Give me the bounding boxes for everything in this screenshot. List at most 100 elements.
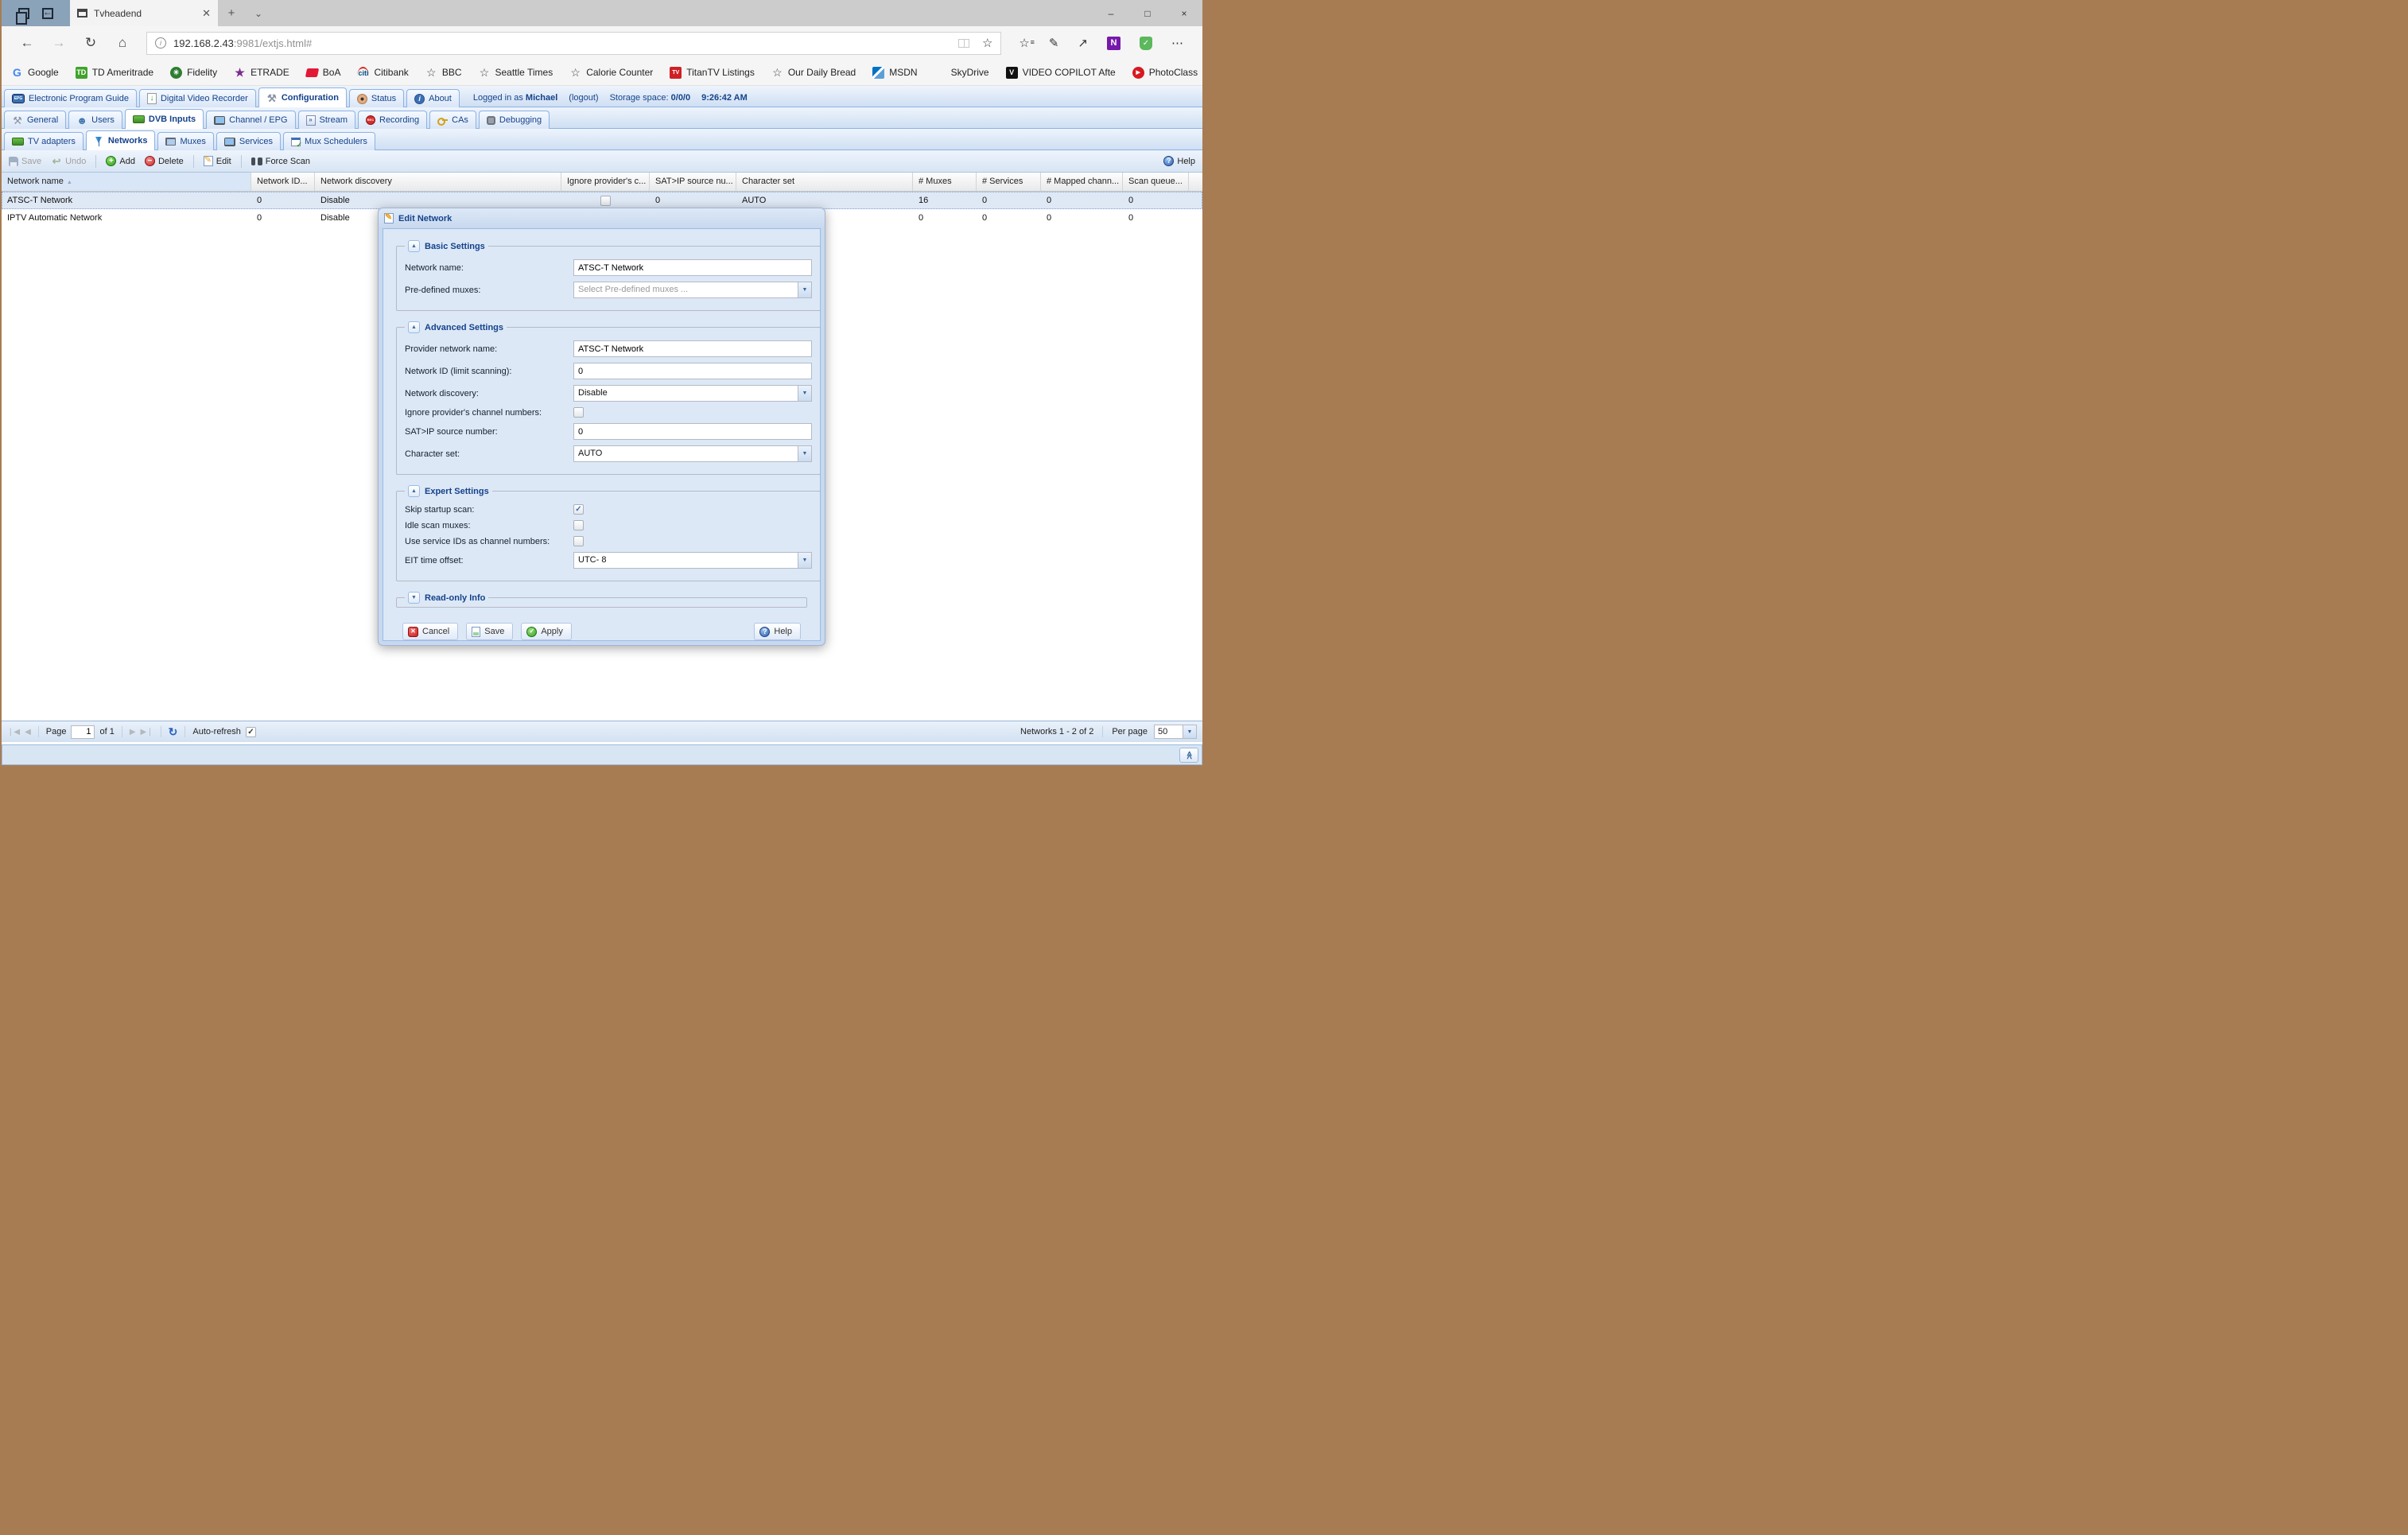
bookmark-our-daily-bread[interactable]: ☆Our Daily Bread xyxy=(771,67,856,79)
restore-tabs-icon[interactable] xyxy=(42,8,53,19)
tab-users[interactable]: ☻Users xyxy=(68,111,122,129)
auto-refresh-checkbox[interactable] xyxy=(246,727,256,737)
web-note-pen-icon[interactable]: ✎ xyxy=(1049,37,1059,49)
collapse-icon[interactable]: ▲ xyxy=(408,321,420,333)
tab-mux-schedulers[interactable]: Mux Schedulers xyxy=(283,132,375,150)
reading-view-icon[interactable] xyxy=(958,39,969,48)
logout-link[interactable]: (logout) xyxy=(569,93,598,103)
undo-button[interactable]: ↩Undo xyxy=(48,154,89,169)
table-row-atsc[interactable]: ATSC-T Network 0 Disable 0 AUTO 16 0 0 0 xyxy=(2,192,1202,209)
column-character-set[interactable]: Character set xyxy=(736,173,913,191)
tab-muxes[interactable]: Muxes xyxy=(157,132,213,150)
adblock-shield-icon[interactable]: ✓ xyxy=(1140,37,1152,50)
forward-icon[interactable]: → xyxy=(43,35,75,51)
column-network-id[interactable]: Network ID... xyxy=(251,173,315,191)
tab-digital-video-recorder[interactable]: ↓Digital Video Recorder xyxy=(139,89,256,107)
home-icon[interactable]: ⌂ xyxy=(107,35,138,51)
delete-button[interactable]: −Delete xyxy=(142,154,187,168)
column-satip-source[interactable]: SAT>IP source nu... xyxy=(650,173,736,191)
bookmark-td-ameritrade[interactable]: TDTD Ameritrade xyxy=(76,67,153,79)
tab-status[interactable]: Status xyxy=(349,89,404,107)
tab-stream[interactable]: »Stream xyxy=(298,111,355,129)
network-id-field[interactable] xyxy=(573,363,812,379)
idle-scan-checkbox[interactable] xyxy=(573,520,584,530)
last-page-icon[interactable]: ▶❘ xyxy=(141,728,153,736)
force-scan-button[interactable]: Force Scan xyxy=(248,155,313,168)
favorite-star-icon[interactable]: ☆ xyxy=(982,37,992,49)
per-page-select[interactable]: 50▼ xyxy=(1154,725,1197,739)
expand-panel-button[interactable]: ≪ xyxy=(1179,748,1198,763)
bookmark-seattle-times[interactable]: ☆Seattle Times xyxy=(479,67,553,79)
bookmark-photoclass[interactable]: ▶PhotoClass xyxy=(1132,67,1198,79)
bookmark-calorie-counter[interactable]: ☆Calorie Counter xyxy=(569,67,653,79)
bookmark-titantv[interactable]: TVTitanTV Listings xyxy=(670,67,755,79)
tab-dvb-inputs[interactable]: DVB Inputs xyxy=(125,109,204,129)
provider-name-field[interactable] xyxy=(573,340,812,357)
refresh-grid-icon[interactable]: ↻ xyxy=(169,725,178,739)
chevron-down-icon[interactable]: ▼ xyxy=(798,282,812,298)
first-page-icon[interactable]: ❘◀ xyxy=(7,728,20,736)
close-button[interactable]: × xyxy=(1166,0,1202,26)
bookmark-bbc[interactable]: ☆BBC xyxy=(425,67,462,79)
cancel-button[interactable]: ✕Cancel xyxy=(402,623,458,640)
bookmark-skydrive[interactable]: SkyDrive xyxy=(934,67,989,79)
collapse-icon[interactable]: ▲ xyxy=(408,485,420,497)
tab-channel-epg[interactable]: Channel / EPG xyxy=(206,111,295,129)
onenote-icon[interactable]: N xyxy=(1107,37,1120,50)
chevron-down-icon[interactable]: ▼ xyxy=(798,552,812,569)
bookmark-etrade[interactable]: ★ETRADE xyxy=(234,67,289,79)
bookmark-boa[interactable]: BoA xyxy=(306,67,341,78)
tab-electronic-program-guide[interactable]: EPGElectronic Program Guide xyxy=(4,89,137,107)
bookmark-citibank[interactable]: citiCitibank xyxy=(357,67,408,79)
tab-debugging[interactable]: Debugging xyxy=(479,111,550,129)
ignore-channel-numbers-checkbox[interactable] xyxy=(573,407,584,418)
save-button[interactable]: Save xyxy=(6,155,45,168)
dialog-save-button[interactable]: Save xyxy=(466,623,513,640)
share-icon[interactable]: ↗ xyxy=(1078,37,1088,49)
more-menu-icon[interactable]: ⋯ xyxy=(1171,37,1183,49)
maximize-button[interactable]: □ xyxy=(1129,0,1166,26)
back-icon[interactable]: ← xyxy=(11,35,43,51)
bookmark-google[interactable]: GGoogle xyxy=(11,67,59,79)
refresh-icon[interactable]: ↻ xyxy=(75,35,107,51)
column-muxes[interactable]: # Muxes xyxy=(913,173,977,191)
tab-cas[interactable]: CAs xyxy=(429,111,476,129)
column-network-discovery[interactable]: Network discovery xyxy=(315,173,561,191)
network-discovery-select[interactable]: Disable▼ xyxy=(573,385,812,402)
bookmark-msdn[interactable]: MSDN xyxy=(872,67,917,79)
site-info-icon[interactable]: i xyxy=(155,37,166,49)
next-page-icon[interactable]: ▶ xyxy=(130,728,136,736)
bookmark-fidelity[interactable]: ✳Fidelity xyxy=(170,67,217,79)
dialog-help-button[interactable]: ?Help xyxy=(754,623,801,640)
character-set-select[interactable]: AUTO▼ xyxy=(573,445,812,462)
column-ignore-provider[interactable]: Ignore provider's c... xyxy=(561,173,650,191)
help-button[interactable]: ?Help xyxy=(1160,154,1198,168)
tab-networks[interactable]: Networks xyxy=(86,130,156,150)
set-aside-tabs-icon[interactable] xyxy=(18,8,29,19)
tab-preview-chevron-icon[interactable]: ⌄ xyxy=(245,0,272,26)
column-scan-queue[interactable]: Scan queue... xyxy=(1123,173,1189,191)
bookmark-video-copilot[interactable]: VVIDEO COPILOT Afte xyxy=(1006,67,1116,79)
service-ids-checkbox[interactable] xyxy=(573,536,584,546)
skip-startup-scan-checkbox[interactable] xyxy=(573,504,584,515)
tab-tv-adapters[interactable]: TV adapters xyxy=(4,132,84,150)
url-input[interactable]: i 192.168.2.43:9981/extjs.html# ☆ xyxy=(146,32,1001,55)
predefined-muxes-select[interactable]: Select Pre-defined muxes ...▼ xyxy=(573,282,812,298)
column-services[interactable]: # Services xyxy=(977,173,1041,191)
eit-offset-select[interactable]: UTC- 8▼ xyxy=(573,552,812,569)
page-number-input[interactable] xyxy=(71,725,95,739)
column-network-name[interactable]: Network name▲ xyxy=(2,173,251,191)
new-tab-button[interactable]: + xyxy=(218,0,245,26)
apply-button[interactable]: ✓Apply xyxy=(521,623,572,640)
minimize-button[interactable]: – xyxy=(1093,0,1129,26)
expand-icon[interactable]: ▼ xyxy=(408,592,420,604)
add-button[interactable]: +Add xyxy=(103,154,138,168)
hub-favorites-icon[interactable]: ☆≡ xyxy=(1019,37,1029,49)
satip-source-field[interactable] xyxy=(573,423,812,440)
chevron-down-icon[interactable]: ▼ xyxy=(1183,725,1197,739)
tab-about[interactable]: iAbout xyxy=(406,89,460,107)
network-name-field[interactable] xyxy=(573,259,812,276)
tab-services[interactable]: Services xyxy=(216,132,281,150)
tab-general[interactable]: ⚒General xyxy=(4,111,66,129)
prev-page-icon[interactable]: ◀ xyxy=(25,728,31,736)
